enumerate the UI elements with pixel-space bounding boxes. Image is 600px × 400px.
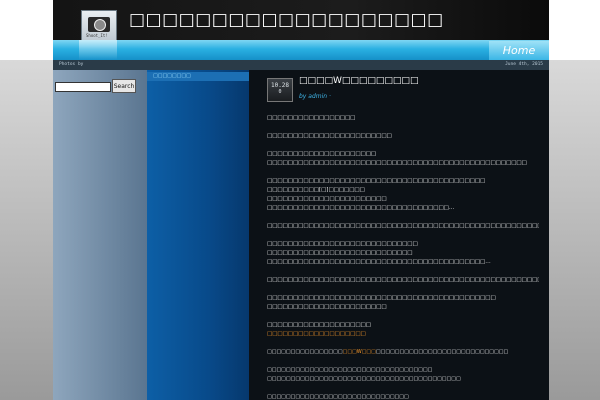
- post-paragraph: □□□□□□□□□□□□□□□□□□□□□□□□□□□□□□□□□□□□□□□□…: [267, 151, 527, 166]
- post-paragraph: □□□□□□□□□□□□□□□□□□□□□□□□□□□□□□□□□□□□□□□□…: [267, 295, 496, 310]
- post-title[interactable]: □□□□W□□□□□□□□□: [299, 76, 418, 86]
- post-date-day: 10.28: [270, 82, 290, 89]
- post-link[interactable]: □□□□□□□□□□□□□□□□□□□: [267, 331, 366, 337]
- category-sidebar: □□□□□□□□: [147, 70, 249, 400]
- post-paragraph: □□□□□□□□□□□□□□□□□: [267, 115, 356, 121]
- search-button[interactable]: Search: [112, 79, 136, 93]
- post-paragraph: □□□□□□□□□□□□□□□□□□□□ □□□□□□□□□□□□□□□□□□□: [267, 322, 371, 337]
- post-date-badge: 10.28 0: [267, 78, 293, 102]
- post-paragraph-small: □□□□□□□□□□□□□□□□□□□□□□□□□□□□□□□□□□□ □□□□□…: [267, 367, 461, 382]
- site-header: Shoot_It! □□□□□□□□□□□□□□□□□□□: [53, 0, 549, 42]
- post-paragraph-small: □□□□□□□□□□□□□□□□□□□W□□□□□□□□□□□□□□□□□□□□…: [267, 349, 509, 355]
- sub-bar: Photos by June 4th, 2015: [53, 60, 549, 70]
- page-frame: Shoot_It! □□□□□□□□□□□□□□□□□□□ Home Photo…: [53, 0, 549, 400]
- left-sidebar: Search: [53, 70, 147, 400]
- post-paragraph: □□□□□□□□□□□□□□□□□□□□□□□□□□□□□□□□□□□□□□□□…: [267, 241, 491, 265]
- nav-home-tab[interactable]: Home: [489, 41, 549, 60]
- logo-reflection: [79, 40, 117, 60]
- main-content: 10.28 0 □□□□W□□□□□□□□□ by admin · □□□□□□…: [249, 70, 549, 400]
- nav-bar: [53, 40, 549, 60]
- logo-caption: Shoot_It!: [86, 33, 108, 38]
- post-meta[interactable]: by admin ·: [299, 93, 331, 100]
- inline-link[interactable]: □□□W□□□: [343, 349, 376, 355]
- post-paragraph-small: □□□□□□□□□□□□□□□□□□□□□□□□□□□□□□: [267, 394, 409, 400]
- post-paragraph: □□□□□□□□□□□□□□□□□□□□□□□□□□□□□□□□□□□□□□□□…: [267, 277, 539, 283]
- subbar-date: June 4th, 2015: [505, 62, 543, 67]
- camera-logo-icon[interactable]: Shoot_It!: [81, 10, 117, 42]
- post-date-comments: 0: [278, 89, 282, 95]
- site-title[interactable]: □□□□□□□□□□□□□□□□□□□: [129, 10, 444, 30]
- search-input[interactable]: [55, 82, 111, 92]
- category-header[interactable]: □□□□□□□□: [147, 72, 249, 81]
- camera-lens-icon: [94, 19, 106, 31]
- post-paragraph: □□□□□□□□□□□□□□□□□□□□□□□□: [267, 133, 392, 139]
- post-paragraph: □□□□□□□□□□□□□□□□□□□□□□□□□□□□□□□□□□□□□□□□…: [267, 178, 486, 211]
- subbar-left-text: Photos by: [59, 62, 84, 67]
- post-body: □□□□□□□□□□□□□□□□□ □□□□□□□□□□□□□□□□□□□□□□…: [267, 114, 539, 400]
- post-paragraph: □□□□□□□□□□□□□□□□□□□□□□□□□□□□□□□□□□□□□□□□…: [267, 223, 539, 229]
